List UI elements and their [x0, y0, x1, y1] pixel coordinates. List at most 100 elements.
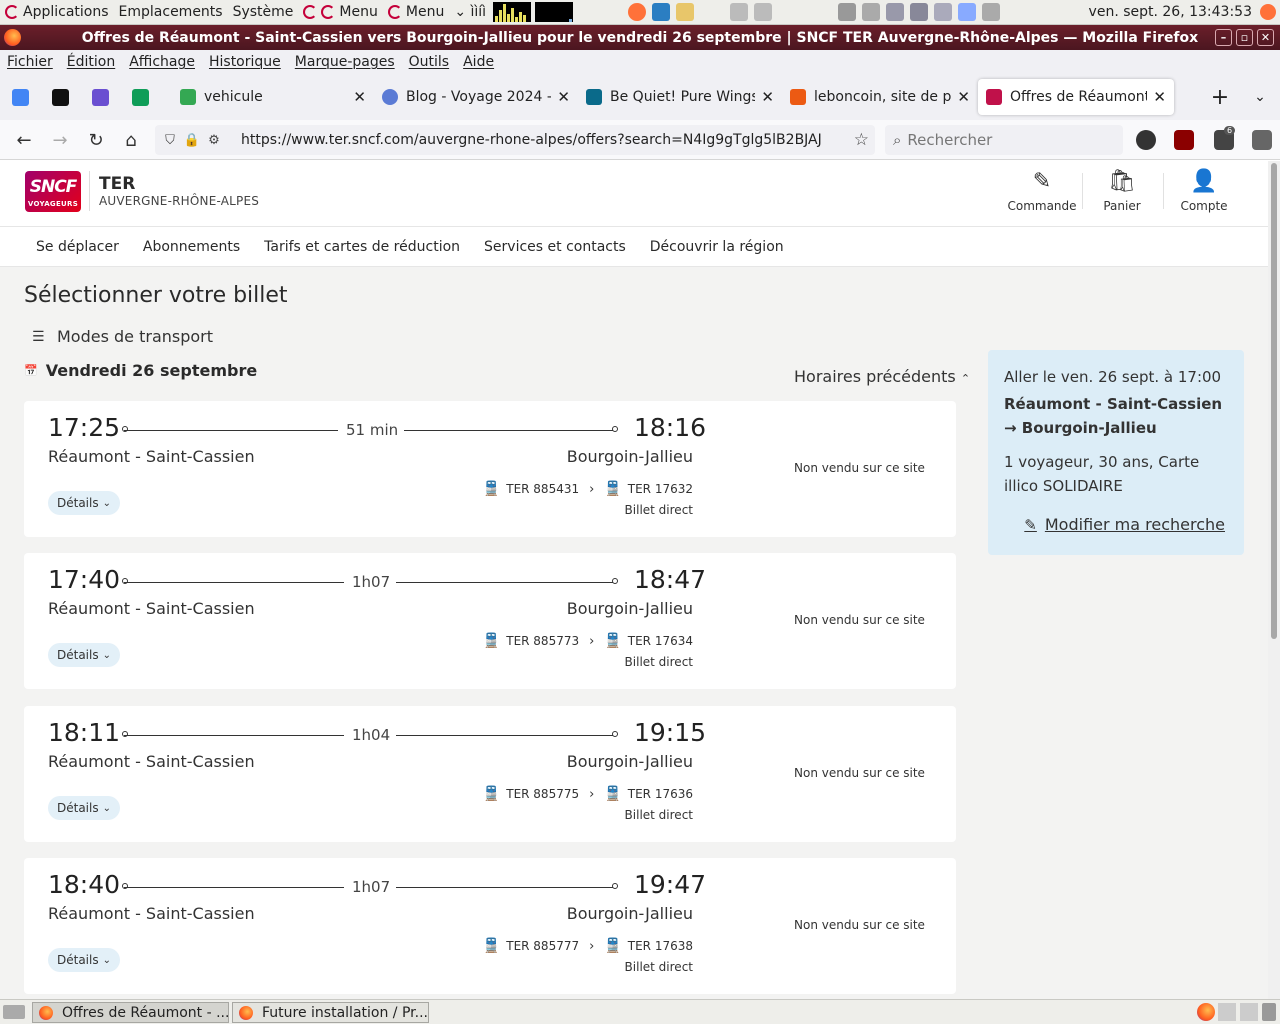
minimize-button[interactable]: – [1215, 29, 1232, 46]
editor-launcher-icon[interactable] [652, 3, 671, 21]
workspace-icon[interactable] [1240, 1003, 1258, 1021]
extension-icon[interactable] [1136, 130, 1156, 150]
nav-se-deplacer[interactable]: Se déplacer [24, 239, 131, 255]
journey-card[interactable]: 18:40 1h07 19:47 Réaumont - Saint-Cassie… [24, 858, 956, 994]
search-summary: Aller le ven. 26 sept. à 17:00 Réaumont … [988, 350, 1244, 555]
menu-marque-pages[interactable]: Marque-pages [288, 54, 402, 70]
network-icon[interactable] [934, 3, 953, 21]
origin-station: Réaumont - Saint-Cassien [48, 599, 255, 618]
trash-icon[interactable] [1262, 1003, 1276, 1021]
search-input[interactable]: ⌕ Rechercher [885, 125, 1123, 155]
lock-icon[interactable]: 🔒 [181, 133, 203, 148]
home-button[interactable]: ⌂ [119, 128, 143, 152]
system-clock[interactable]: ven. sept. 26, 13:43:53 [1089, 0, 1252, 25]
firefox-icon [4, 29, 21, 46]
app-launcher-icon[interactable] [676, 3, 695, 21]
departure-time: 18:11 [48, 718, 121, 747]
details-button[interactable]: Détails ⌄ [48, 491, 120, 515]
workspace-icon[interactable] [1218, 1003, 1236, 1021]
firefox-launcher-icon[interactable] [628, 3, 647, 21]
monitor-launcher-icon[interactable] [730, 3, 749, 21]
scrollbar-thumb[interactable] [1271, 163, 1277, 639]
menu-historique[interactable]: Historique [202, 54, 288, 70]
reload-button[interactable]: ↻ [84, 128, 108, 152]
details-button[interactable]: Détails ⌄ [48, 948, 120, 972]
system-menu[interactable]: Système [228, 0, 299, 25]
back-button[interactable]: ← [12, 128, 36, 152]
menu-2[interactable]: Menu [383, 0, 449, 25]
tab-bequiet[interactable]: Be Quiet! Pure Wings 2 ✕ [578, 79, 782, 115]
show-desktop-icon[interactable] [3, 1005, 25, 1019]
chevron-right-icon: › [589, 786, 595, 802]
menu-outils[interactable]: Outils [402, 54, 456, 70]
url-bar[interactable]: ⛉ 🔒 ⚙ https://www.ter.sncf.com/auvergne-… [155, 125, 875, 155]
close-tab-icon[interactable]: ✕ [761, 88, 774, 106]
sleep-icon[interactable] [958, 3, 977, 21]
close-tab-icon[interactable]: ✕ [557, 88, 570, 106]
brand-region: AUVERGNE-RHÔNE-ALPES [99, 194, 260, 208]
sncf-logo[interactable]: SNCF VOYAGEURS [25, 171, 81, 212]
train-icon: 🚆 [482, 633, 501, 649]
journey-card[interactable]: 17:25 51 min 18:16 Réaumont - Saint-Cass… [24, 401, 956, 537]
close-window-button[interactable]: ✕ [1257, 29, 1274, 46]
details-button[interactable]: Détails ⌄ [48, 643, 120, 667]
forward-button[interactable]: → [48, 128, 72, 152]
account-button[interactable]: 👤 Compte [1164, 165, 1244, 213]
pinned-tab-sheets[interactable] [120, 74, 160, 120]
tab-list-button[interactable]: ⌄ [1250, 74, 1270, 120]
url-text[interactable]: https://www.ter.sncf.com/auvergne-rhone-… [241, 132, 821, 148]
bookmark-star-icon[interactable]: ☆ [854, 130, 869, 150]
tab-blog[interactable]: Blog - Voyage 2024 - Ét ✕ [374, 79, 578, 115]
tab-leboncoin[interactable]: leboncoin, site de petit ✕ [782, 79, 978, 115]
close-tab-icon[interactable]: ✕ [957, 88, 970, 106]
panel-extra[interactable]: ⌄ ììíì [449, 0, 491, 25]
tab-offres-active[interactable]: Offres de Réaumont - S ✕ [978, 79, 1174, 115]
memory-monitor [535, 2, 574, 22]
firefox-workspace-icon[interactable] [1197, 1003, 1215, 1021]
nav-services[interactable]: Services et contacts [472, 239, 638, 255]
pinned-tab-calendar[interactable] [0, 74, 40, 120]
nav-abonnements[interactable]: Abonnements [131, 239, 252, 255]
details-button[interactable]: Détails ⌄ [48, 796, 120, 820]
page-scrollbar[interactable] [1268, 161, 1280, 999]
taskbar-item-future[interactable]: Future installation / Pr... [232, 1002, 429, 1023]
journey-card[interactable]: 18:11 1h04 19:15 Réaumont - Saint-Cassie… [24, 706, 956, 842]
cart-button[interactable]: 🛍 Panier [1082, 165, 1162, 213]
nav-decouvrir[interactable]: Découvrir la région [638, 239, 796, 255]
permissions-icon[interactable]: ⚙ [203, 133, 225, 148]
battery-icon[interactable] [910, 3, 929, 21]
monitor-launcher-icon-2[interactable] [754, 3, 773, 21]
puzzle-icon[interactable] [1252, 130, 1272, 150]
menu-1[interactable]: Menu [298, 0, 382, 25]
previous-times-button[interactable]: Horaires précédents ⌃ [794, 367, 970, 386]
tab-vehicule[interactable]: vehicule ✕ [172, 79, 374, 115]
volume-icon[interactable] [862, 3, 881, 21]
maximize-button[interactable]: ▫ [1236, 29, 1253, 46]
journey-duration: 1h07 [352, 878, 391, 896]
modify-search-link[interactable]: ✎ Modifier ma recherche [1024, 515, 1225, 534]
shield-icon[interactable]: ⛉ [159, 133, 181, 148]
route-line [404, 430, 616, 431]
pinned-tab-purple[interactable] [80, 74, 120, 120]
screen-icon[interactable] [838, 3, 857, 21]
taskbar-item-offres[interactable]: Offres de Réaumont - ... [32, 1002, 229, 1023]
journey-card[interactable]: 17:40 1h07 18:47 Réaumont - Saint-Cassie… [24, 553, 956, 689]
menu-edition[interactable]: Édition [60, 54, 122, 70]
new-tab-button[interactable]: + [1208, 74, 1232, 120]
speaker-icon[interactable] [982, 3, 1001, 21]
places-menu[interactable]: Emplacements [114, 0, 228, 25]
order-button[interactable]: ✎ Commande [1002, 165, 1082, 213]
transport-modes-button[interactable]: ☰ Modes de transport [32, 327, 213, 346]
menu-aide[interactable]: Aide [456, 54, 501, 70]
menu-fichier[interactable]: Fichier [0, 54, 60, 70]
close-tab-icon[interactable]: ✕ [353, 88, 366, 106]
nav-tarifs[interactable]: Tarifs et cartes de réduction [252, 239, 472, 255]
ublock-icon[interactable] [1174, 130, 1194, 150]
firefox-tray-icon[interactable] [1260, 4, 1276, 20]
applications-menu[interactable]: Applications [0, 0, 114, 25]
departure-time: 18:40 [48, 870, 121, 899]
search-tool-icon[interactable] [886, 3, 905, 21]
menu-affichage[interactable]: Affichage [122, 54, 202, 70]
pinned-tab-app[interactable] [40, 74, 80, 120]
close-tab-icon[interactable]: ✕ [1153, 88, 1166, 106]
